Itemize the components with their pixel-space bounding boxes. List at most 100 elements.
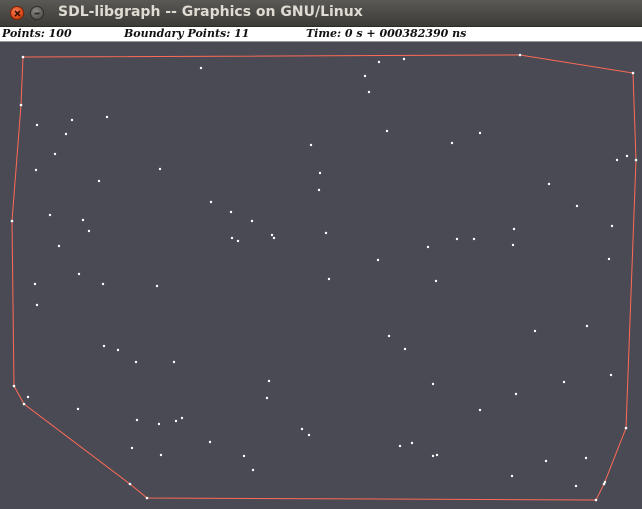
data-point <box>157 422 161 426</box>
data-point <box>35 303 39 307</box>
data-point <box>230 236 234 240</box>
hull-vertex <box>22 402 26 406</box>
data-point <box>455 237 459 241</box>
data-point <box>53 152 57 156</box>
data-point <box>562 380 566 384</box>
data-point <box>77 272 81 276</box>
data-point <box>242 454 246 458</box>
data-point <box>318 171 322 175</box>
data-point <box>510 474 514 478</box>
data-point <box>584 456 588 460</box>
data-point <box>398 444 402 448</box>
data-point <box>26 395 30 399</box>
data-point <box>250 219 254 223</box>
close-icon <box>14 10 21 17</box>
data-point <box>410 441 414 445</box>
hull-layer <box>10 53 638 502</box>
data-point <box>450 141 454 145</box>
data-point <box>105 115 109 119</box>
convex-hull-canvas <box>10 53 638 502</box>
data-point <box>270 233 274 237</box>
data-point <box>609 373 613 377</box>
data-point <box>478 408 482 412</box>
data-point <box>403 347 407 351</box>
data-point <box>208 440 212 444</box>
data-point <box>130 446 134 450</box>
data-point <box>426 245 430 249</box>
title-bar[interactable]: SDL-libgraph -- Graphics on GNU/Linux <box>0 0 642 27</box>
hull-vertex <box>631 71 635 75</box>
convex-hull-line <box>11 54 637 501</box>
hull-vertex <box>19 103 23 107</box>
data-point <box>267 379 271 383</box>
data-point <box>135 418 139 422</box>
boundary-points-count: Boundary Points: 11 <box>124 27 250 40</box>
data-point <box>544 459 548 463</box>
data-point <box>307 433 311 437</box>
data-point <box>324 231 328 235</box>
data-point <box>575 204 579 208</box>
data-point <box>435 453 439 457</box>
data-point <box>431 382 435 386</box>
data-point <box>607 257 611 261</box>
hull-vertex <box>634 158 638 162</box>
data-point <box>387 334 391 338</box>
data-point <box>87 229 91 233</box>
data-point <box>574 484 578 488</box>
data-point <box>625 154 629 158</box>
data-point <box>472 237 476 241</box>
data-point <box>33 282 37 286</box>
data-point <box>134 360 138 364</box>
hull-vertex <box>145 496 149 500</box>
data-point <box>64 132 68 136</box>
hull-vertex <box>21 55 25 59</box>
data-point <box>309 143 313 147</box>
points-count: Points: 100 <box>2 27 72 40</box>
data-point <box>434 279 438 283</box>
data-point <box>159 453 163 457</box>
data-point <box>431 454 435 458</box>
data-point <box>547 182 551 186</box>
data-point <box>514 392 518 396</box>
data-point <box>615 158 619 162</box>
data-point <box>81 218 85 222</box>
data-point <box>155 284 159 288</box>
data-point <box>116 348 120 352</box>
minimize-button[interactable] <box>30 6 44 20</box>
data-point <box>317 188 321 192</box>
data-point <box>272 236 276 240</box>
data-point <box>327 277 331 281</box>
elapsed-time: Time: 0 s + 000382390 ns <box>306 27 467 40</box>
data-point <box>376 258 380 262</box>
data-point <box>209 200 213 204</box>
data-point <box>172 360 176 364</box>
data-point <box>610 224 614 228</box>
data-point <box>603 480 607 484</box>
status-bar: Points: 100 Boundary Points: 11 Time: 0 … <box>0 27 642 42</box>
data-point <box>57 244 61 248</box>
app-window: SDL-libgraph -- Graphics on GNU/Linux Po… <box>0 0 642 509</box>
data-point <box>533 329 537 333</box>
data-point <box>180 416 184 420</box>
hull-vertex <box>624 426 628 430</box>
data-point <box>300 427 304 431</box>
hull-vertex <box>518 53 522 57</box>
data-point <box>585 324 589 328</box>
data-point <box>34 168 38 172</box>
data-point <box>76 407 80 411</box>
hull-vertex <box>128 482 132 486</box>
data-point <box>236 239 240 243</box>
minimize-icon <box>34 12 40 15</box>
data-point <box>174 419 178 423</box>
data-point <box>229 210 233 214</box>
data-point <box>265 396 269 400</box>
data-point <box>101 282 105 286</box>
points-layer <box>26 57 629 488</box>
data-point <box>367 90 371 94</box>
data-point <box>363 74 367 78</box>
data-point <box>158 167 162 171</box>
hull-vertex <box>594 498 598 502</box>
data-point <box>512 227 516 231</box>
data-point <box>385 129 389 133</box>
close-button[interactable] <box>10 6 24 20</box>
